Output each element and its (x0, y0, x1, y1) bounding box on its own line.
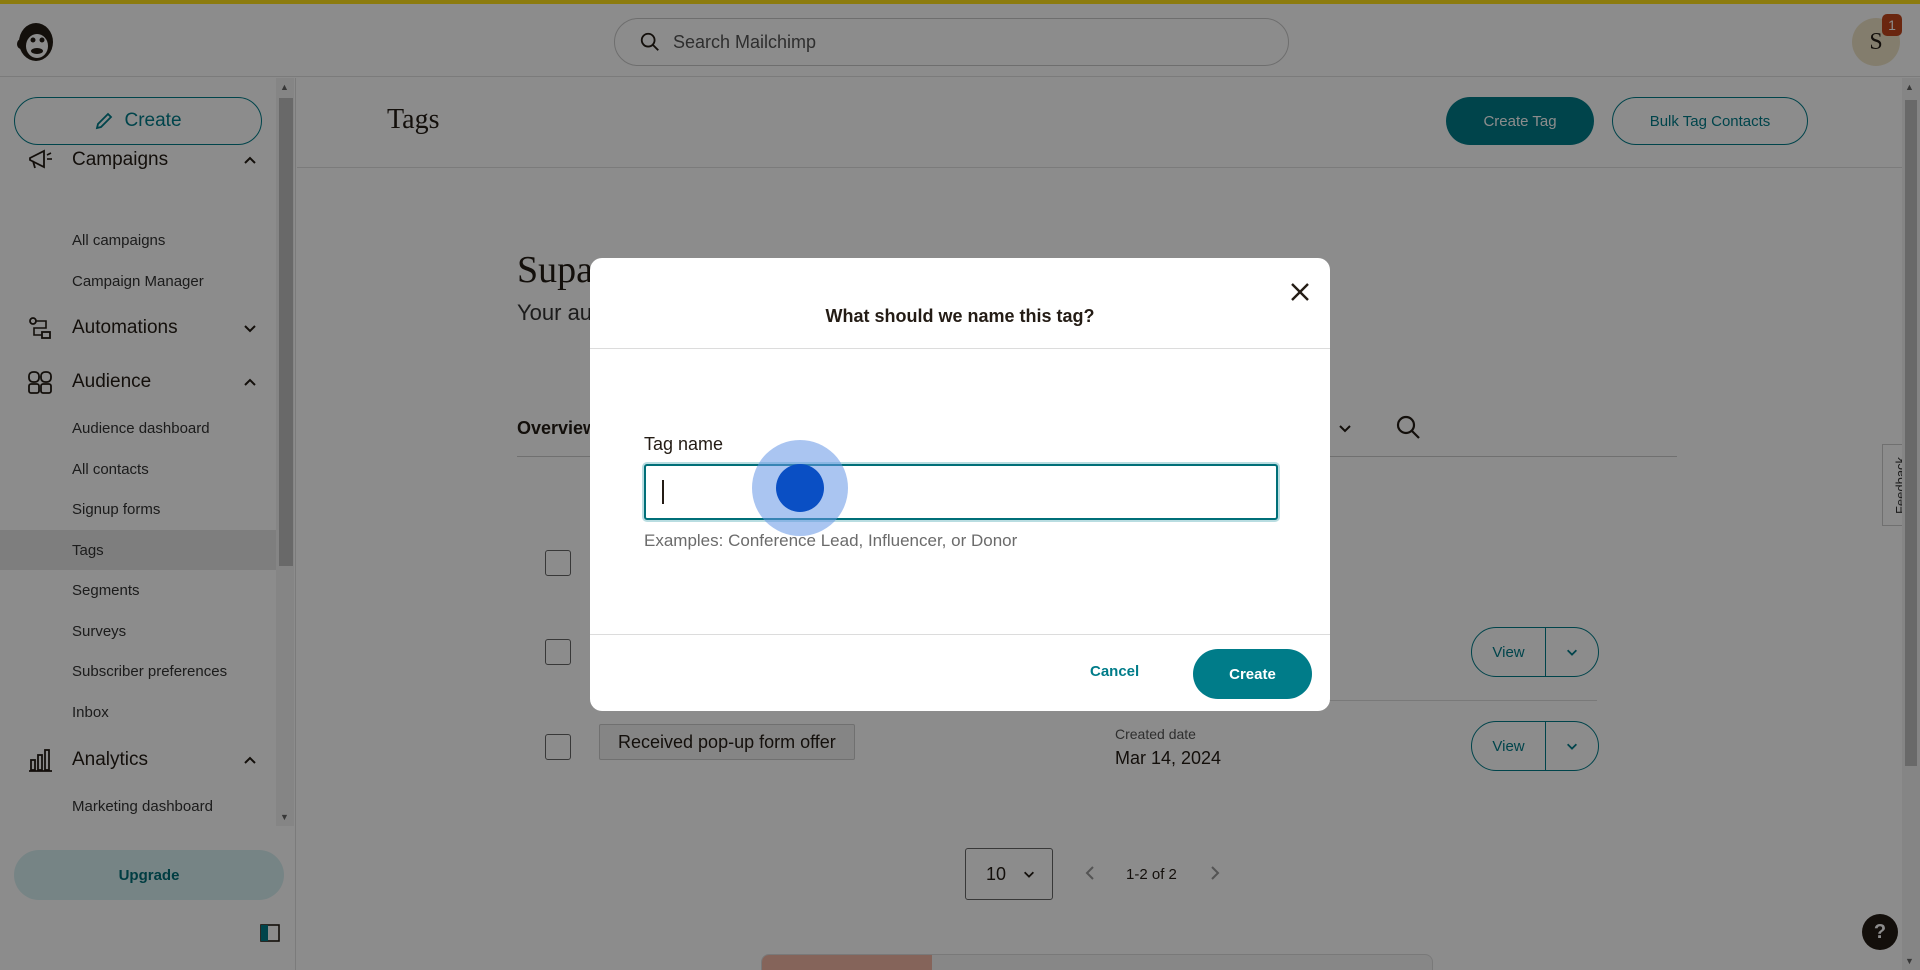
close-icon[interactable] (1286, 278, 1314, 306)
cancel-button[interactable]: Cancel (1090, 663, 1139, 680)
click-indicator-dot (776, 464, 824, 512)
tag-name-help-text: Examples: Conference Lead, Influencer, o… (644, 531, 1018, 550)
dialog-title: What should we name this tag? (825, 306, 1095, 326)
dialog-header-divider (590, 348, 1330, 349)
create-button[interactable]: Create (1193, 649, 1312, 699)
tag-name-label: Tag name (644, 434, 724, 454)
text-caret (662, 480, 664, 504)
tag-name-input[interactable] (644, 464, 1278, 520)
dialog-footer-divider (590, 634, 1330, 635)
name-tag-dialog: What should we name this tag? Tag name E… (590, 258, 1330, 711)
